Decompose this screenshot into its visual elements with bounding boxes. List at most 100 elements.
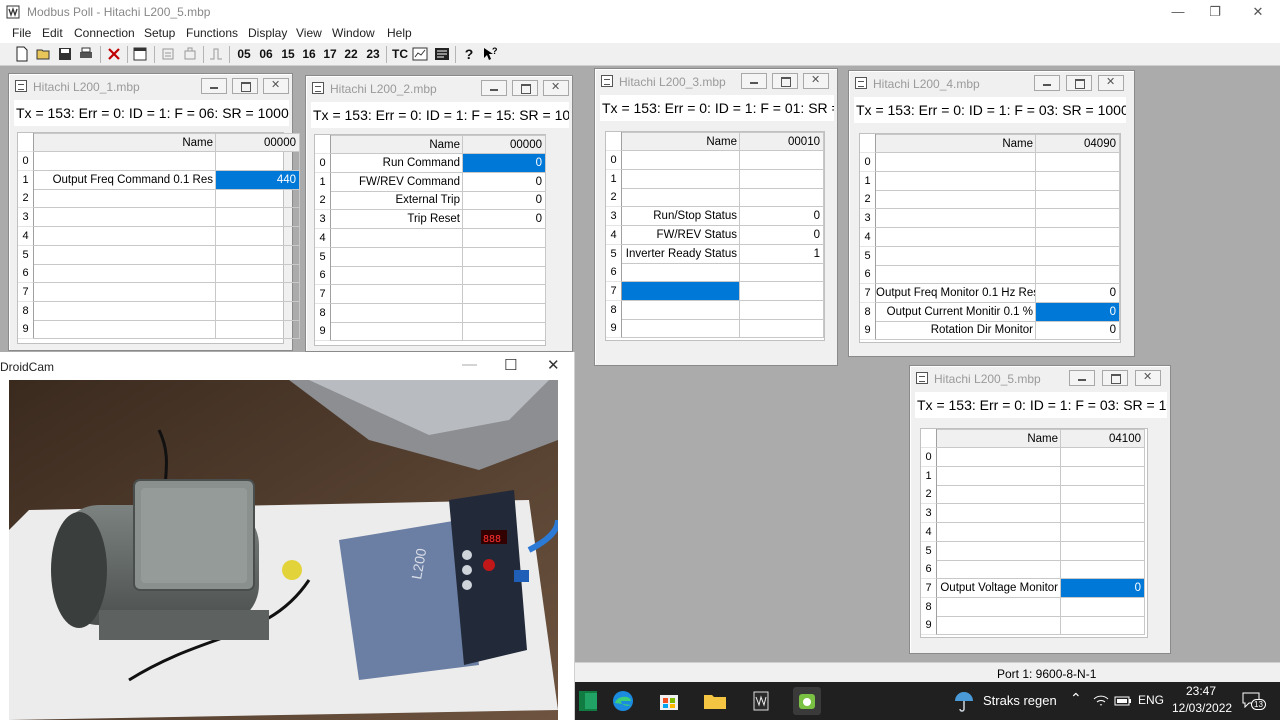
- tc-button[interactable]: TC: [390, 46, 410, 63]
- register-name-cell[interactable]: Output Current Monitir 0.1 %: [876, 302, 1036, 322]
- minimize-icon[interactable]: [481, 80, 507, 96]
- register-name-cell[interactable]: [34, 189, 216, 209]
- register-value-cell[interactable]: [1036, 246, 1120, 266]
- register-value-cell[interactable]: [1036, 153, 1120, 172]
- mdi-window-l200-2[interactable]: Hitachi L200_2.mbp Tx = 153: Err = 0: ID…: [305, 75, 573, 352]
- register-name-cell[interactable]: [937, 466, 1061, 486]
- register-name-cell[interactable]: [622, 188, 740, 208]
- minimize-button[interactable]: —: [1158, 2, 1198, 22]
- maximize-icon[interactable]: [1066, 75, 1092, 91]
- display-icon[interactable]: [434, 46, 450, 62]
- read-icon[interactable]: [160, 46, 176, 62]
- fc-17-button[interactable]: 17: [320, 46, 340, 63]
- language-indicator[interactable]: ENG: [1138, 693, 1164, 707]
- menu-connection[interactable]: Connection: [74, 26, 135, 40]
- name-column-header[interactable]: Name: [876, 134, 1036, 153]
- name-column-header[interactable]: Name: [622, 132, 740, 151]
- register-value-cell[interactable]: [1061, 522, 1145, 542]
- menu-display[interactable]: Display: [248, 26, 287, 40]
- droidcam-icon[interactable]: [793, 687, 821, 715]
- maximize-button[interactable]: ❐: [1195, 2, 1235, 22]
- context-help-icon[interactable]: ?: [482, 46, 498, 62]
- register-value-cell[interactable]: 0: [1036, 283, 1120, 303]
- menu-edit[interactable]: Edit: [42, 26, 63, 40]
- close-icon[interactable]: [1098, 75, 1124, 91]
- register-value-cell[interactable]: 0: [740, 225, 824, 245]
- register-value-cell[interactable]: [1061, 466, 1145, 486]
- register-value-cell[interactable]: [1036, 190, 1120, 210]
- menu-file[interactable]: File: [12, 26, 31, 40]
- minimize-icon[interactable]: [741, 73, 767, 89]
- minimize-icon[interactable]: [1069, 370, 1095, 386]
- close-icon[interactable]: [1135, 370, 1161, 386]
- register-name-cell[interactable]: [331, 322, 463, 342]
- register-value-cell[interactable]: [1061, 541, 1145, 561]
- delete-icon[interactable]: [106, 46, 122, 62]
- register-value-cell[interactable]: 0: [463, 172, 546, 192]
- register-value-cell[interactable]: [463, 284, 546, 304]
- help-icon[interactable]: ?: [460, 46, 478, 63]
- register-name-cell[interactable]: [622, 263, 740, 283]
- pulse-icon[interactable]: [208, 46, 224, 62]
- camera-minimize-button[interactable]: —: [462, 356, 477, 373]
- register-name-cell[interactable]: [876, 246, 1036, 266]
- register-name-cell[interactable]: [622, 319, 740, 339]
- droidcam-window[interactable]: DroidCam — ☐ ✕ 888 L200: [0, 352, 575, 720]
- register-name-cell[interactable]: Rotation Dir Monitor: [876, 321, 1036, 341]
- register-name-cell[interactable]: Trip Reset: [331, 210, 463, 230]
- register-value-cell[interactable]: [216, 189, 300, 209]
- register-value-cell[interactable]: [1036, 171, 1120, 191]
- register-value-cell[interactable]: 0: [740, 207, 824, 227]
- menu-setup[interactable]: Setup: [144, 26, 175, 40]
- register-value-cell[interactable]: [740, 300, 824, 320]
- minimize-icon[interactable]: [1034, 75, 1060, 91]
- register-value-cell[interactable]: [216, 226, 300, 246]
- write-icon[interactable]: [182, 46, 198, 62]
- file-explorer-icon[interactable]: [701, 687, 729, 715]
- fc-05-button[interactable]: 05: [234, 46, 254, 63]
- register-name-cell[interactable]: [876, 265, 1036, 285]
- register-name-cell[interactable]: [937, 485, 1061, 505]
- register-name-cell[interactable]: [876, 209, 1036, 229]
- register-value-cell[interactable]: 0: [1036, 321, 1120, 341]
- close-button[interactable]: ✕: [1238, 2, 1278, 22]
- register-name-cell[interactable]: [331, 228, 463, 248]
- menu-window[interactable]: Window: [332, 26, 375, 40]
- fc-22-button[interactable]: 22: [341, 46, 361, 63]
- register-value-cell[interactable]: [740, 319, 824, 339]
- register-value-cell[interactable]: [1061, 448, 1145, 467]
- register-name-cell[interactable]: [937, 504, 1061, 524]
- register-value-cell[interactable]: 0: [463, 210, 546, 230]
- register-value-cell[interactable]: [463, 228, 546, 248]
- register-name-cell[interactable]: [331, 266, 463, 286]
- register-value-cell[interactable]: [1061, 485, 1145, 505]
- register-value-cell[interactable]: 0: [463, 191, 546, 211]
- new-icon[interactable]: [14, 46, 30, 62]
- register-name-cell[interactable]: FW/REV Command: [331, 172, 463, 192]
- register-value-cell[interactable]: [216, 245, 300, 265]
- register-name-cell[interactable]: Output Voltage Monitor: [937, 578, 1061, 598]
- edge-icon[interactable]: [609, 687, 637, 715]
- register-value-cell[interactable]: [1061, 597, 1145, 617]
- register-value-cell[interactable]: [216, 152, 300, 171]
- menu-help[interactable]: Help: [387, 26, 412, 40]
- register-value-cell[interactable]: [1061, 616, 1145, 636]
- register-value-cell[interactable]: [1036, 227, 1120, 247]
- register-name-cell[interactable]: Output Freq Monitor 0.1 Hz Res: [876, 283, 1036, 303]
- window-title-bar[interactable]: Hitachi L200_2.mbp: [306, 76, 572, 100]
- register-value-cell[interactable]: [463, 322, 546, 342]
- menu-functions[interactable]: Functions: [186, 26, 238, 40]
- clock-date[interactable]: 12/03/2022: [1172, 701, 1232, 715]
- clock-time[interactable]: 23:47: [1186, 684, 1216, 698]
- close-icon[interactable]: [803, 73, 829, 89]
- name-column-header[interactable]: Name: [34, 133, 216, 152]
- address-column-header[interactable]: 00000: [216, 133, 300, 152]
- mdi-window-l200-4[interactable]: Hitachi L200_4.mbp Tx = 153: Err = 0: ID…: [848, 70, 1135, 357]
- maximize-icon[interactable]: [1102, 370, 1128, 386]
- register-name-cell[interactable]: [876, 227, 1036, 247]
- name-column-header[interactable]: Name: [937, 429, 1061, 448]
- register-name-cell[interactable]: [34, 208, 216, 228]
- fc-16-button[interactable]: 16: [299, 46, 319, 63]
- name-column-header[interactable]: Name: [331, 135, 463, 154]
- address-column-header[interactable]: 04090: [1036, 134, 1120, 153]
